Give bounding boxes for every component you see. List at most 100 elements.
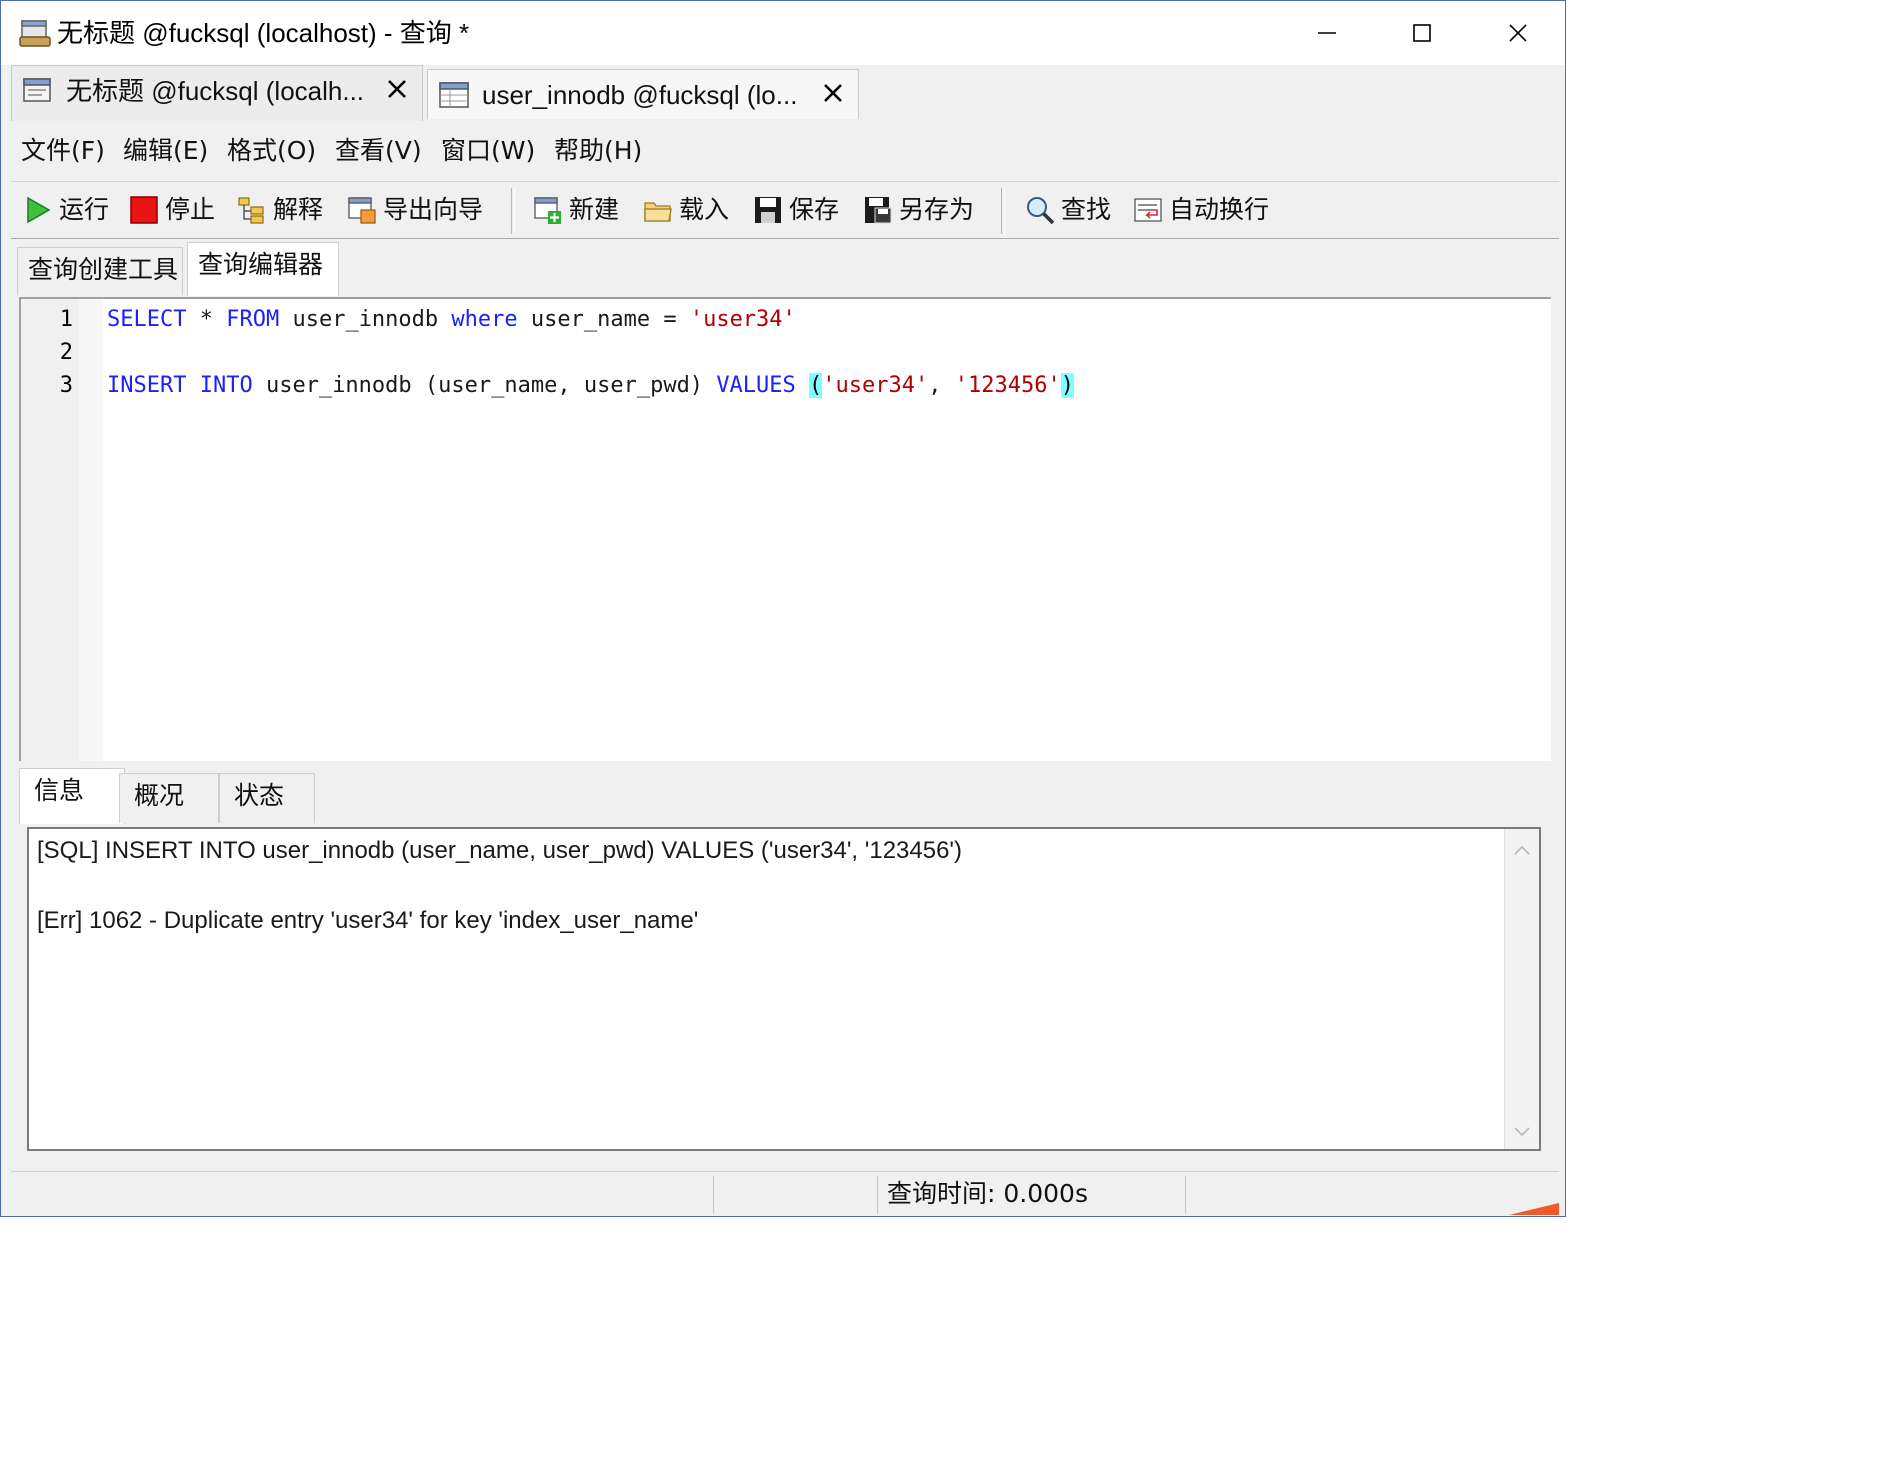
tab-query-editor[interactable]: 查询编辑器 bbox=[187, 242, 339, 296]
play-icon bbox=[27, 196, 51, 224]
minimize-button[interactable] bbox=[1279, 1, 1375, 65]
tab-overview[interactable]: 概况 bbox=[119, 773, 219, 823]
line-number: 2 bbox=[59, 340, 73, 365]
code-line-3: INSERT INTO user_innodb (user_name, user… bbox=[107, 369, 1074, 402]
sql-text: user_innodb (user_name, user_pwd) bbox=[252, 373, 717, 398]
tab-info[interactable]: 信息 bbox=[19, 768, 125, 824]
close-tab-icon[interactable] bbox=[386, 78, 408, 100]
sql-keyword: INTO bbox=[199, 373, 253, 398]
status-bar: 查询时间: 0.000s bbox=[11, 1171, 1559, 1215]
save-button[interactable]: 保存 bbox=[753, 192, 839, 228]
explain-icon bbox=[238, 197, 264, 224]
run-button[interactable]: 运行 bbox=[23, 192, 109, 228]
menu-window[interactable]: 窗口(W) bbox=[441, 135, 535, 167]
menu-view[interactable]: 查看(V) bbox=[335, 135, 422, 167]
export-wizard-label: 导出向导 bbox=[383, 195, 484, 224]
stop-label: 停止 bbox=[165, 195, 216, 224]
line-number: 1 bbox=[59, 307, 73, 332]
app-window: 无标题 @fucksql (localhost) - 查询 * 无标题 @fuc… bbox=[0, 0, 1566, 1217]
toolbar: 运行 停止 解释 导出向导 新建 载入 保存 另存为 查找 自动换行 bbox=[11, 181, 1559, 239]
menu-help[interactable]: 帮助(H) bbox=[554, 135, 642, 167]
vertical-scrollbar[interactable] bbox=[1504, 829, 1539, 1149]
chevron-down-icon[interactable] bbox=[1512, 1121, 1532, 1141]
chevron-up-icon[interactable] bbox=[1512, 841, 1532, 861]
resize-grip-icon[interactable] bbox=[1499, 1201, 1559, 1215]
save-label: 保存 bbox=[789, 195, 840, 224]
sql-keyword: VALUES bbox=[716, 373, 796, 398]
toolbar-separator bbox=[511, 188, 515, 234]
status-separator bbox=[713, 1176, 714, 1214]
folder-icon bbox=[644, 202, 672, 222]
run-label: 运行 bbox=[59, 195, 110, 224]
error-message: [Err] 1062 - Duplicate entry 'user34' fo… bbox=[37, 907, 699, 934]
fold-margin bbox=[79, 299, 103, 761]
line-number: 3 bbox=[59, 373, 73, 398]
save-icon bbox=[755, 197, 781, 223]
sql-text: , bbox=[928, 373, 955, 398]
close-tab-icon[interactable] bbox=[822, 82, 844, 104]
sql-string: 'user34' bbox=[822, 373, 929, 398]
status-separator bbox=[877, 1176, 878, 1214]
new-query-icon bbox=[534, 197, 561, 224]
maximize-icon bbox=[1413, 24, 1431, 42]
sql-keyword: SELECT bbox=[107, 307, 187, 332]
menu-bar: 文件(F) 编辑(E) 格式(O) 查看(V) 窗口(W) 帮助(H) bbox=[11, 125, 1559, 177]
toolbar-separator bbox=[1001, 188, 1005, 234]
save-as-label: 另存为 bbox=[899, 195, 975, 224]
table-icon bbox=[439, 82, 469, 108]
close-window-button[interactable] bbox=[1470, 1, 1566, 65]
find-button[interactable]: 查找 bbox=[1025, 192, 1111, 228]
new-button[interactable]: 新建 bbox=[533, 192, 619, 228]
bracket-match: ) bbox=[1060, 373, 1074, 398]
explain-button[interactable]: 解释 bbox=[237, 192, 323, 228]
save-as-button[interactable]: 另存为 bbox=[863, 192, 974, 228]
sql-text: user_name = bbox=[517, 307, 690, 332]
sql-editor[interactable]: 1 2 3 SELECT * FROM user_innodb where us… bbox=[19, 297, 1551, 761]
query-time: 查询时间: 0.000s bbox=[887, 1179, 1088, 1208]
export-wizard-button[interactable]: 导出向导 bbox=[347, 192, 483, 228]
title-bar: 无标题 @fucksql (localhost) - 查询 * bbox=[1, 1, 1565, 65]
bracket-match: ( bbox=[809, 373, 823, 398]
find-label: 查找 bbox=[1061, 195, 1112, 224]
sql-keyword: where bbox=[451, 307, 518, 332]
load-button[interactable]: 载入 bbox=[643, 192, 729, 228]
stop-button[interactable]: 停止 bbox=[129, 192, 215, 228]
doc-tab-label: 无标题 @fucksql (localh... bbox=[66, 76, 365, 106]
maximize-button[interactable] bbox=[1374, 1, 1470, 65]
sql-text: * bbox=[186, 307, 227, 332]
sql-message: [SQL] INSERT INTO user_innodb (user_name… bbox=[37, 837, 963, 864]
minimize-icon bbox=[1318, 32, 1336, 34]
document-tabs: 无标题 @fucksql (localh... user_innodb @fuc… bbox=[9, 65, 1559, 121]
word-wrap-label: 自动换行 bbox=[1169, 195, 1270, 224]
status-separator bbox=[1185, 1176, 1186, 1214]
doc-tab-user-innodb[interactable]: user_innodb @fucksql (lo... bbox=[427, 69, 859, 119]
tab-query-builder[interactable]: 查询创建工具 bbox=[17, 247, 183, 295]
sql-text: user_innodb bbox=[279, 307, 452, 332]
sql-keyword: FROM bbox=[226, 307, 280, 332]
sql-string: 'user34' bbox=[689, 307, 796, 332]
export-wizard-icon bbox=[348, 197, 376, 224]
close-icon bbox=[1509, 24, 1527, 42]
load-label: 载入 bbox=[679, 195, 730, 224]
tab-status[interactable]: 状态 bbox=[219, 773, 315, 823]
menu-edit[interactable]: 编辑(E) bbox=[123, 135, 208, 167]
save-as-icon bbox=[865, 197, 892, 224]
query-icon bbox=[23, 78, 51, 102]
explain-label: 解释 bbox=[273, 195, 324, 224]
doc-tab-label: user_innodb @fucksql (lo... bbox=[482, 80, 798, 110]
window-title: 无标题 @fucksql (localhost) - 查询 * bbox=[57, 18, 470, 48]
doc-tab-untitled-query[interactable]: 无标题 @fucksql (localh... bbox=[11, 65, 423, 121]
word-wrap-button[interactable]: 自动换行 bbox=[1133, 192, 1269, 228]
sql-keyword: INSERT bbox=[107, 373, 187, 398]
search-icon bbox=[1027, 197, 1055, 225]
new-label: 新建 bbox=[569, 195, 620, 224]
sql-string: '123456' bbox=[954, 373, 1061, 398]
stop-icon bbox=[130, 196, 158, 224]
message-output[interactable]: [SQL] INSERT INTO user_innodb (user_name… bbox=[27, 827, 1541, 1151]
menu-format[interactable]: 格式(O) bbox=[227, 135, 316, 167]
code-line-1: SELECT * FROM user_innodb where user_nam… bbox=[107, 303, 796, 336]
word-wrap-icon bbox=[1134, 198, 1162, 222]
menu-file[interactable]: 文件(F) bbox=[21, 135, 105, 167]
